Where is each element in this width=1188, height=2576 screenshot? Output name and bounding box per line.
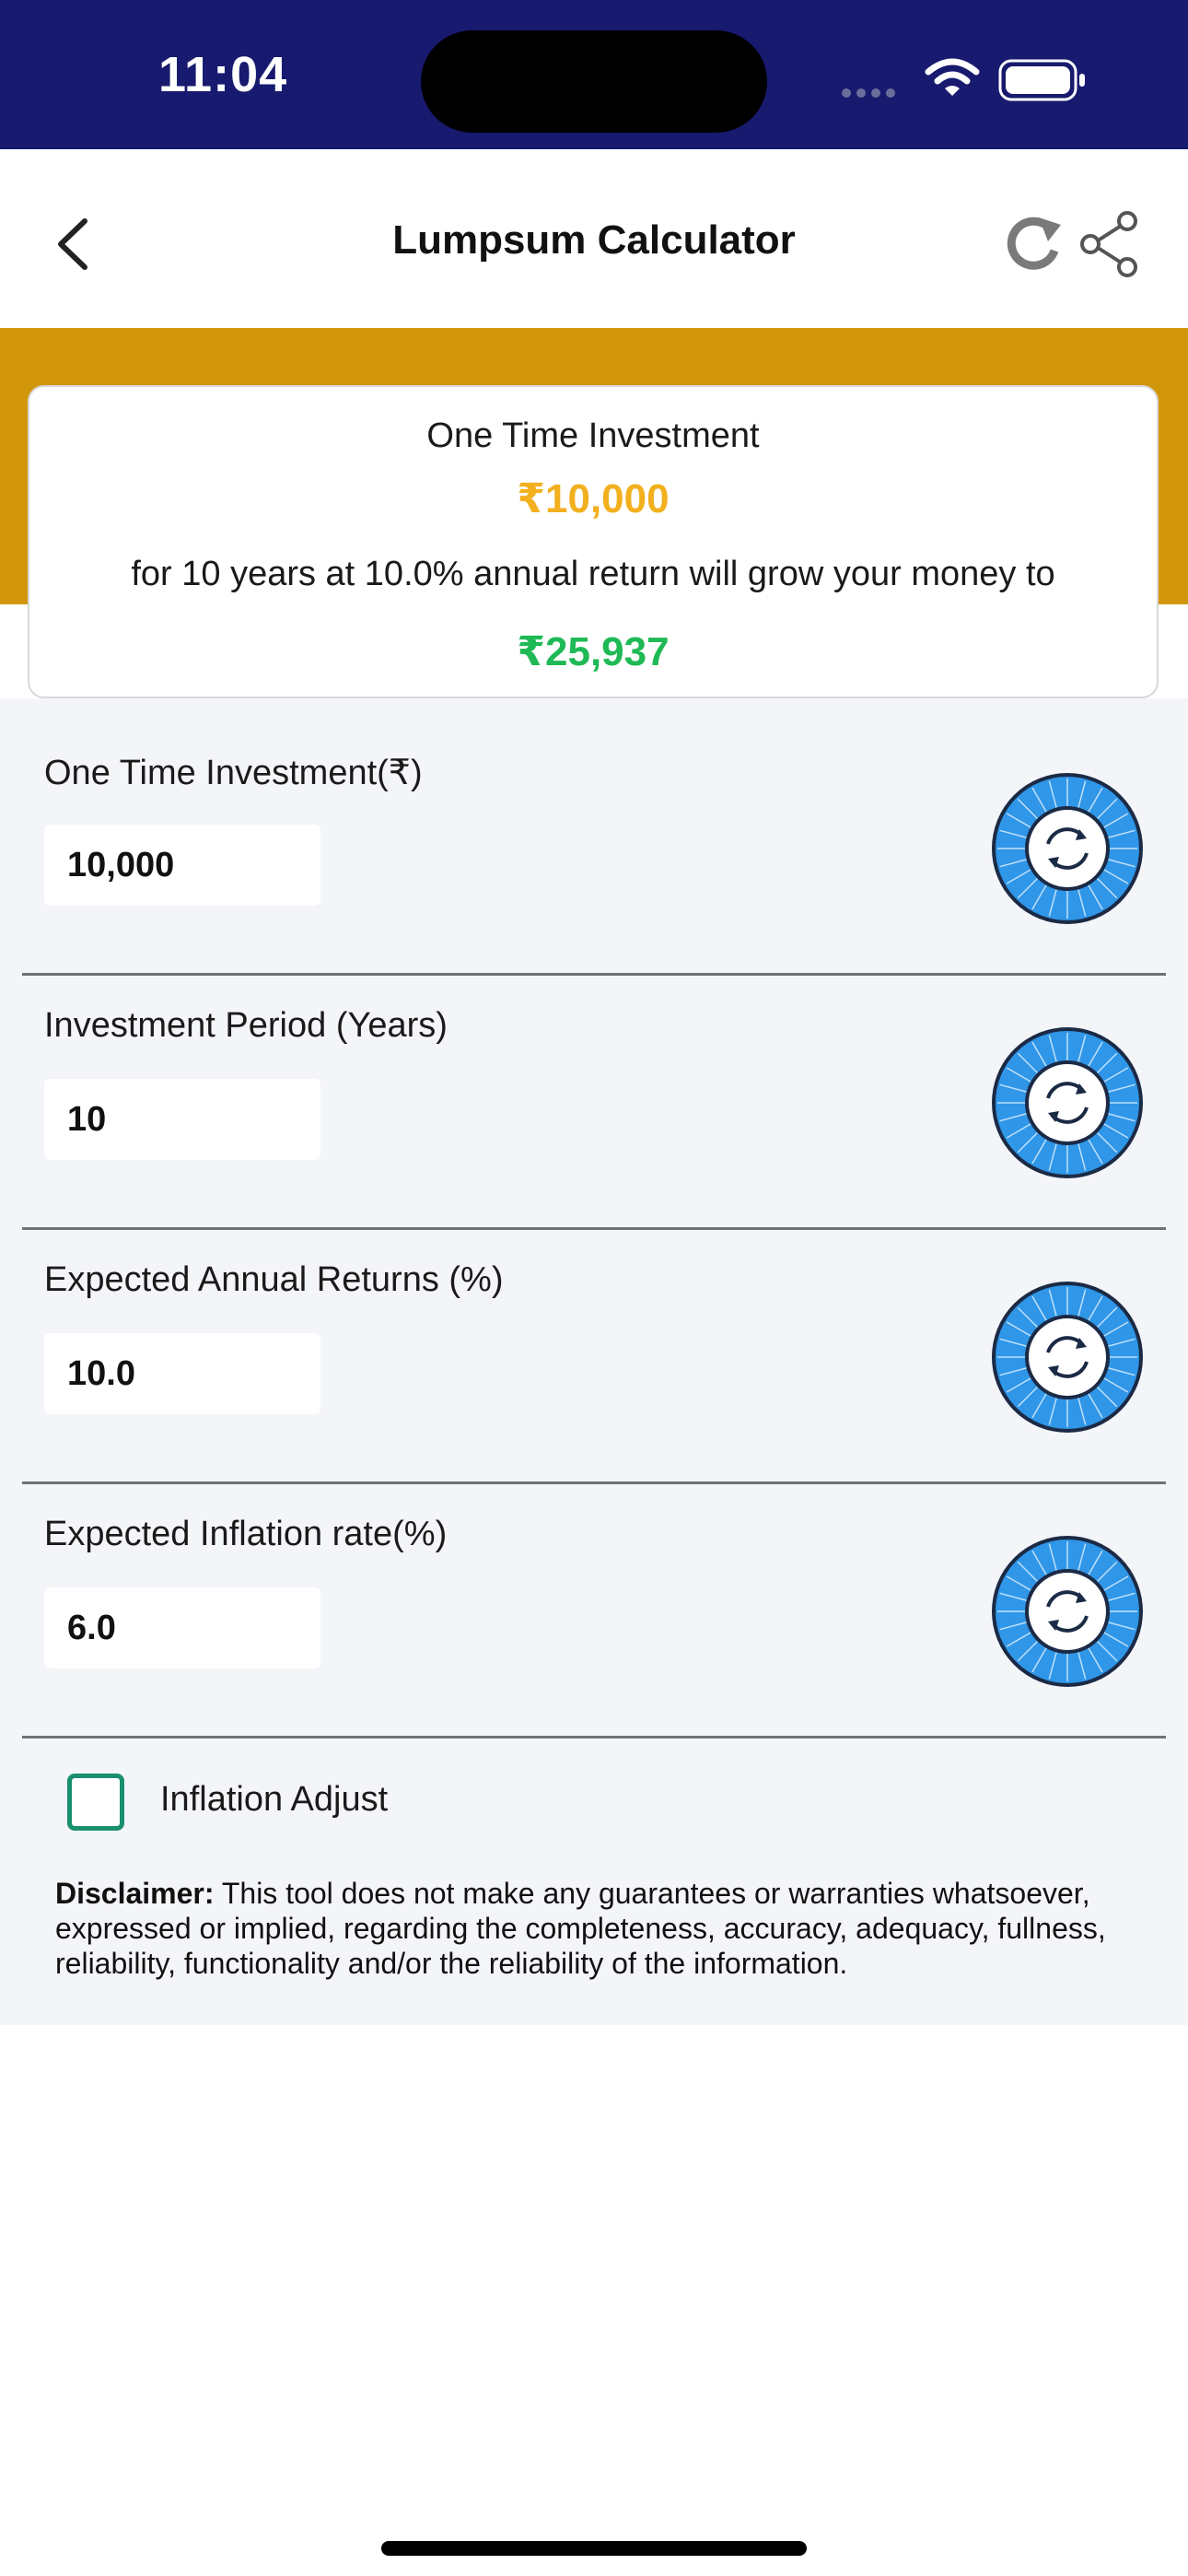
inflation-input[interactable]: 6.0 xyxy=(44,1587,320,1669)
summary-card: One Time Investment ₹10,000 for 10 years… xyxy=(28,385,1159,698)
inflation-adjust-checkbox[interactable] xyxy=(67,1774,124,1831)
dynamic-island xyxy=(421,30,767,133)
dial-icon[interactable] xyxy=(991,1281,1144,1434)
dial-icon[interactable] xyxy=(991,1535,1144,1688)
wifi-icon xyxy=(925,58,980,96)
field-label-inflation: Expected Inflation rate(%) xyxy=(44,1515,448,1553)
investment-input[interactable]: 10,000 xyxy=(44,825,320,906)
battery-icon xyxy=(998,59,1085,101)
dial-icon[interactable] xyxy=(991,772,1144,925)
status-time: 11:04 xyxy=(158,47,288,102)
divider xyxy=(22,1736,1166,1739)
inflation-adjust-label: Inflation Adjust xyxy=(160,1780,389,1819)
field-label-investment: One Time Investment(₹) xyxy=(44,754,423,792)
divider xyxy=(22,973,1166,976)
home-indicator[interactable] xyxy=(381,2541,807,2556)
returns-input[interactable]: 10.0 xyxy=(44,1333,320,1414)
field-label-period: Investment Period (Years) xyxy=(44,1006,448,1045)
summary-description: for 10 years at 10.0% annual return will… xyxy=(131,555,1055,593)
summary-label: One Time Investment xyxy=(426,416,760,455)
field-label-returns: Expected Annual Returns (%) xyxy=(44,1260,504,1299)
disclaimer-title: Disclaimer: xyxy=(55,1877,215,1910)
period-input[interactable]: 10 xyxy=(44,1079,320,1160)
disclaimer: Disclaimer: This tool does not make any … xyxy=(55,1876,1142,1981)
refresh-icon[interactable] xyxy=(1004,212,1068,276)
summary-amount: ₹10,000 xyxy=(517,476,670,521)
share-icon[interactable] xyxy=(1077,210,1142,278)
dial-icon[interactable] xyxy=(991,1026,1144,1179)
signal-icon xyxy=(842,86,901,102)
divider xyxy=(22,1481,1166,1484)
divider xyxy=(22,1227,1166,1230)
summary-result: ₹25,937 xyxy=(517,629,670,674)
